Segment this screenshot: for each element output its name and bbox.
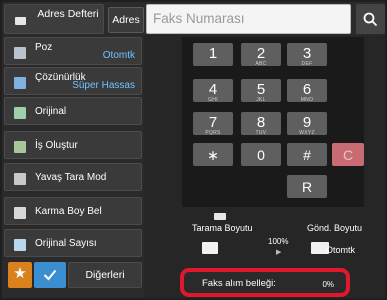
key-0[interactable]: 0	[241, 143, 281, 166]
star-icon: ★	[13, 265, 27, 282]
key-4[interactable]: 4 GHI	[193, 79, 233, 103]
exposure-item[interactable]: Poz Otomtk	[4, 37, 142, 65]
resolution-value: Süper Hassas	[72, 80, 135, 91]
job-build-item[interactable]: İş Oluştur	[4, 131, 142, 159]
key-6-letters: MNO	[300, 97, 314, 103]
settings-column: Poz Otomtk Çözünürlük Süper Hassas Oriji…	[2, 35, 144, 298]
key-9-letters: WXYZ	[299, 130, 315, 136]
original-icon	[14, 107, 26, 119]
key-7-digit: 7	[208, 114, 218, 131]
key-asterisk-symbol: ∗	[207, 147, 219, 163]
check-icon	[43, 269, 57, 281]
key-0-digit: 0	[257, 147, 265, 163]
key-5-letters: JKL	[256, 97, 266, 103]
slow-scan-item[interactable]: Yavaş Tara Mod	[4, 163, 142, 191]
others-button[interactable]: Diğerleri	[68, 262, 142, 288]
key-hash-symbol: #	[303, 147, 311, 163]
key-7-letters: PQRS	[205, 130, 221, 136]
fax-memory-value: 0%	[322, 280, 334, 289]
address-button[interactable]: Adres	[108, 7, 144, 33]
key-8-digit: 8	[256, 114, 266, 131]
key-1[interactable]: 1	[193, 43, 233, 66]
bottom-bar: ★ Diğerleri	[4, 262, 142, 288]
resolution-icon	[14, 77, 26, 89]
key-3-letters: DEF	[301, 61, 313, 67]
mixed-size-icon	[14, 207, 26, 219]
key-hash[interactable]: #	[287, 143, 327, 166]
key-4-digit: 4	[208, 81, 218, 98]
fax-memory-status: Faks alım belleği: 0%	[180, 268, 350, 297]
key-5[interactable]: 5 JKL	[241, 79, 281, 103]
original-count-icon	[14, 239, 26, 251]
key-9[interactable]: 9 WXYZ	[287, 112, 327, 136]
key-6[interactable]: 6 MNO	[287, 79, 327, 103]
scan-paper-icon	[202, 242, 218, 254]
original-count-label: Orijinal Sayısı	[35, 238, 97, 249]
fax-number-input[interactable]: Faks Numarası	[146, 4, 351, 34]
slow-scan-icon	[14, 173, 26, 185]
redial-button[interactable]: R	[287, 175, 327, 198]
original-item[interactable]: Orijinal	[4, 97, 142, 125]
key-8[interactable]: 8 TUV	[241, 112, 281, 136]
top-bar: Adres Defteri Adres Faks Numarası	[2, 2, 385, 35]
address-book-label: Adres Defteri	[37, 8, 99, 20]
address-book-icon	[15, 17, 26, 25]
fax-memory-label: Faks alım belleği:	[202, 278, 276, 289]
key-3-digit: 3	[302, 45, 312, 62]
key-7[interactable]: 7 PQRS	[193, 112, 233, 136]
key-2-digit: 2	[256, 45, 266, 62]
resolution-item[interactable]: Çözünürlük Süper Hassas	[4, 67, 142, 95]
exposure-icon	[14, 47, 26, 59]
key-asterisk[interactable]: ∗	[193, 143, 233, 166]
clear-button[interactable]: C	[332, 143, 364, 166]
key-4-letters: GHI	[208, 97, 218, 103]
scanner-icon	[214, 213, 226, 220]
key-3[interactable]: 3 DEF	[287, 43, 327, 67]
search-button[interactable]	[356, 4, 385, 34]
original-count-item[interactable]: Orijinal Sayısı	[4, 229, 142, 257]
key-6-digit: 6	[302, 81, 312, 98]
clear-label: C	[342, 147, 354, 163]
exposure-label: Poz	[35, 42, 53, 53]
job-build-label: İş Oluştur	[35, 140, 78, 151]
mixed-size-item[interactable]: Karma Boy Bel	[4, 197, 142, 225]
key-8-letters: TUV	[255, 130, 267, 136]
redial-label: R	[301, 179, 313, 195]
scan-size-section[interactable]: Tarama Boyutu Gönd. Boyutu 100% ▶ Otomtk	[184, 210, 364, 266]
search-icon	[363, 12, 378, 27]
mixed-size-label: Karma Boy Bel	[35, 206, 102, 217]
scan-size-label: Tarama Boyutu	[192, 223, 253, 233]
send-size-label: Gönd. Boyutu	[307, 223, 363, 233]
slow-scan-label: Yavaş Tara Mod	[35, 172, 107, 183]
key-9-digit: 9	[302, 114, 312, 131]
key-1-digit: 1	[208, 45, 218, 62]
job-build-icon	[14, 141, 26, 153]
key-5-digit: 5	[256, 81, 266, 98]
original-label: Orijinal	[35, 106, 67, 117]
scale-ratio: 100%	[268, 237, 289, 246]
key-2[interactable]: 2 ABC	[241, 43, 281, 67]
address-book-button[interactable]: Adres Defteri	[4, 4, 104, 34]
fax-screen: Adres Defteri Adres Faks Numarası Poz Ot…	[2, 2, 385, 298]
favorite-button[interactable]: ★	[8, 262, 32, 288]
key-2-letters: ABC	[255, 61, 267, 67]
arrow-right-icon: ▶	[276, 249, 282, 256]
confirm-button[interactable]	[34, 262, 66, 288]
exposure-value: Otomtk	[102, 50, 135, 61]
send-size-value: Otomtk	[326, 245, 356, 255]
